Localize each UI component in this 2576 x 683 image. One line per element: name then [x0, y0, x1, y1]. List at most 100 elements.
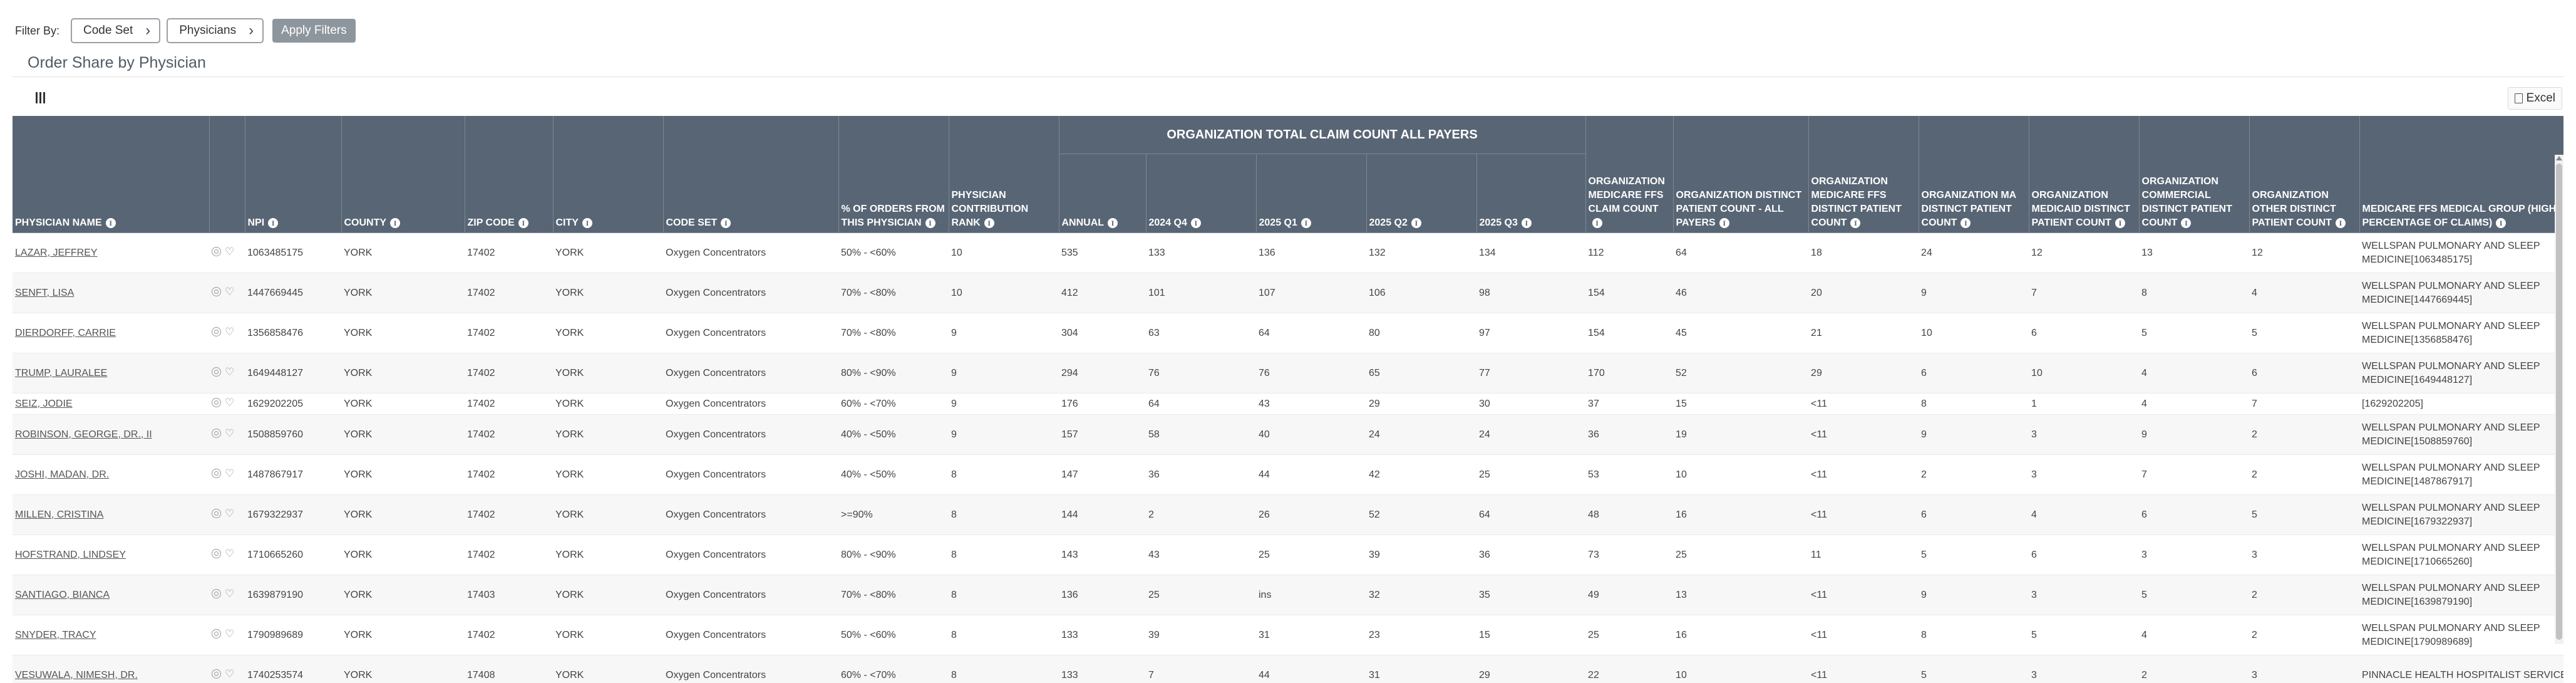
col-physician-name[interactable]: PHYSICIAN NAMEi: [13, 116, 209, 233]
cell-zip: 17402: [465, 313, 553, 353]
info-icon[interactable]: i: [2496, 218, 2506, 228]
cell-q4: 25: [1476, 455, 1585, 495]
col-code-set[interactable]: CODE SETi: [663, 116, 838, 233]
columns-icon[interactable]: [36, 92, 47, 103]
col-medical-group[interactable]: MEDICARE FFS MEDICAL GROUP (HIGHEST PERC…: [2359, 116, 2563, 233]
col-county[interactable]: COUNTYi: [341, 116, 465, 233]
info-icon[interactable]: i: [518, 218, 528, 228]
view-icon[interactable]: [212, 589, 221, 598]
info-icon[interactable]: i: [1960, 218, 1971, 228]
cell-mffs: 37: [1585, 394, 1673, 415]
col-npi[interactable]: NPIi: [245, 116, 341, 233]
view-icon[interactable]: [212, 327, 221, 336]
view-icon[interactable]: [212, 367, 221, 377]
info-icon[interactable]: i: [984, 218, 994, 228]
view-icon[interactable]: [212, 549, 221, 558]
col-other-distinct[interactable]: ORGANIZATION OTHER DISTINCT PATIENT COUN…: [2249, 116, 2359, 233]
code-set-filter-button[interactable]: Code Set ›: [71, 18, 160, 43]
physician-name-link[interactable]: SNYDER, TRACY: [15, 630, 96, 640]
col-annual[interactable]: ANNUALi: [1059, 154, 1146, 233]
heart-icon[interactable]: ♡: [225, 246, 234, 257]
physician-name-link[interactable]: SENFT, LISA: [15, 288, 74, 298]
info-icon[interactable]: i: [1592, 218, 1602, 228]
heart-icon[interactable]: ♡: [225, 397, 234, 408]
physicians-filter-label: Physicians: [179, 24, 236, 38]
physician-name-link[interactable]: SEIZ, JODIE: [15, 399, 73, 409]
col-commercial-distinct[interactable]: ORGANIZATION COMMERCIAL DISTINCT PATIENT…: [2139, 116, 2249, 233]
excel-export-button[interactable]: Excel: [2508, 87, 2562, 110]
apply-filters-button[interactable]: Apply Filters: [272, 19, 356, 43]
info-icon[interactable]: i: [268, 218, 278, 228]
col-ma-distinct[interactable]: ORGANIZATION MA DISTINCT PATIENT COUNTi: [1919, 116, 2029, 233]
view-icon[interactable]: [212, 469, 221, 478]
scroll-up-arrow-icon[interactable]: [2556, 156, 2562, 160]
physicians-filter-button[interactable]: Physicians ›: [167, 18, 264, 43]
info-icon[interactable]: i: [1522, 218, 1532, 228]
physician-name-link[interactable]: LAZAR, JEFFREY: [15, 248, 98, 258]
info-icon[interactable]: i: [1301, 218, 1311, 228]
heart-icon[interactable]: ♡: [225, 468, 234, 479]
view-icon[interactable]: [212, 509, 221, 518]
info-icon[interactable]: i: [925, 218, 935, 228]
cell-zip: 17402: [465, 615, 553, 655]
physician-name-link[interactable]: JOSHI, MADAN, DR.: [15, 469, 109, 480]
physician-name-link[interactable]: VESUWALA, NIMESH, DR.: [15, 670, 138, 680]
heart-icon[interactable]: ♡: [225, 669, 234, 679]
physician-name-link[interactable]: ROBINSON, GEORGE, DR., II: [15, 429, 152, 440]
col-zip[interactable]: ZIP CODEi: [465, 116, 553, 233]
physician-name-link[interactable]: HOFSTRAND, LINDSEY: [15, 550, 126, 560]
view-icon[interactable]: [212, 629, 221, 639]
info-icon[interactable]: i: [582, 218, 592, 228]
heart-icon[interactable]: ♡: [225, 326, 234, 337]
physician-name-link[interactable]: DIERDORFF, CARRIE: [15, 328, 116, 338]
col-city[interactable]: CITYi: [553, 116, 663, 233]
view-icon[interactable]: [212, 669, 221, 679]
info-icon[interactable]: i: [1411, 218, 1421, 228]
col-2025-q2[interactable]: 2025 Q2i: [1366, 154, 1476, 233]
col-medicaid-distinct[interactable]: ORGANIZATION MEDICAID DISTINCT PATIENT C…: [2029, 116, 2139, 233]
info-icon[interactable]: i: [1191, 218, 1201, 228]
cell-group: [1629202205]: [2359, 394, 2563, 415]
info-icon[interactable]: i: [2115, 218, 2125, 228]
physician-name-link[interactable]: MILLEN, CRISTINA: [15, 509, 103, 520]
info-icon[interactable]: i: [106, 218, 116, 228]
info-icon[interactable]: i: [1850, 218, 1860, 228]
view-icon[interactable]: [212, 287, 221, 296]
vertical-scrollbar[interactable]: [2555, 155, 2563, 644]
heart-icon[interactable]: ♡: [225, 367, 234, 377]
table-row: SNYDER, TRACY♡1790989689YORK17402YORKOxy…: [13, 615, 2563, 655]
col-pct-orders[interactable]: % OF ORDERS FROM THIS PHYSICIANi: [838, 116, 949, 233]
col-2024-q4[interactable]: 2024 Q4i: [1146, 154, 1256, 233]
scrollbar-thumb[interactable]: [2556, 164, 2562, 640]
info-icon[interactable]: i: [2181, 218, 2191, 228]
col-2025-q3[interactable]: 2025 Q3i: [1476, 154, 1585, 233]
cell-code_set: Oxygen Concentrators: [663, 495, 838, 535]
cell-rank: 8: [949, 495, 1059, 535]
cell-dma: 2: [1919, 455, 2029, 495]
info-icon[interactable]: i: [2336, 218, 2346, 228]
cell-actions: ♡: [209, 394, 245, 415]
view-icon[interactable]: [212, 247, 221, 256]
col-2025-q1[interactable]: 2025 Q1i: [1256, 154, 1366, 233]
cell-q2: 64: [1256, 313, 1366, 353]
heart-icon[interactable]: ♡: [225, 548, 234, 559]
heart-icon[interactable]: ♡: [225, 508, 234, 519]
cell-physician-name: HOFSTRAND, LINDSEY: [13, 535, 209, 575]
view-icon[interactable]: [212, 429, 221, 438]
col-contribution-rank[interactable]: PHYSICIAN CONTRIBUTION RANKi: [949, 116, 1059, 233]
physician-name-link[interactable]: SANTIAGO, BIANCA: [15, 590, 110, 600]
heart-icon[interactable]: ♡: [225, 286, 234, 297]
heart-icon[interactable]: ♡: [225, 428, 234, 439]
physician-name-link[interactable]: TRUMP, LAURALEE: [15, 368, 107, 378]
heart-icon[interactable]: ♡: [225, 628, 234, 639]
info-icon[interactable]: i: [1719, 218, 1729, 228]
info-icon[interactable]: i: [721, 218, 731, 228]
heart-icon[interactable]: ♡: [225, 588, 234, 599]
info-icon[interactable]: i: [1108, 218, 1118, 228]
view-icon[interactable]: [212, 398, 221, 407]
col-distinct-all[interactable]: ORGANIZATION DISTINCT PATIENT COUNT - AL…: [1673, 116, 1808, 233]
col-medicare-ffs-claim[interactable]: ORGANIZATION MEDICARE FFS CLAIM COUNTi: [1585, 116, 1673, 233]
info-icon[interactable]: i: [390, 218, 400, 228]
col-medicare-ffs-distinct[interactable]: ORGANIZATION MEDICARE FFS DISTINCT PATIE…: [1808, 116, 1919, 233]
filter-label: Filter By:: [15, 24, 59, 38]
